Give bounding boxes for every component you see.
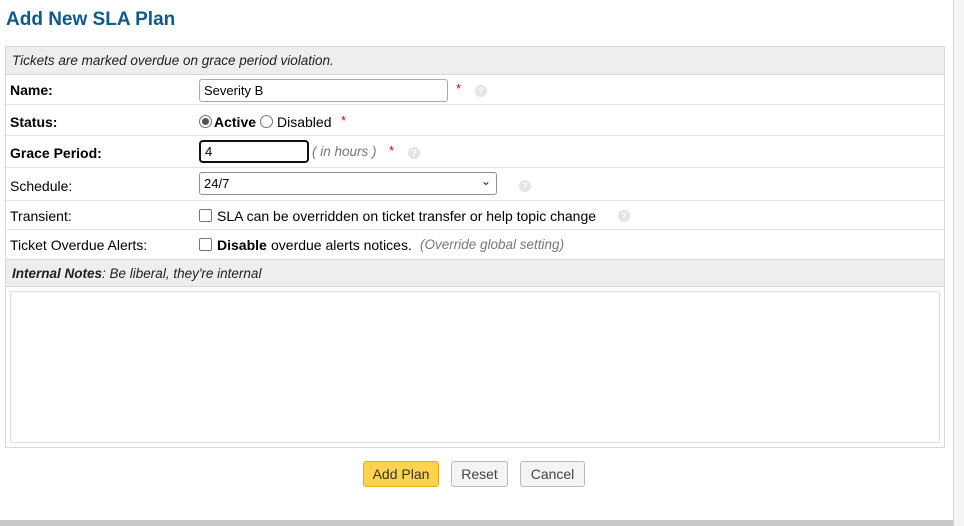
grace-period-input[interactable] [199, 140, 309, 163]
cancel-button[interactable]: Cancel [520, 461, 585, 487]
schedule-row: Schedule: 24/7 ⌄ ? [6, 168, 944, 201]
schedule-selected-value: 24/7 [204, 176, 230, 191]
chevron-down-icon: ⌄ [480, 174, 491, 188]
help-icon[interactable]: ? [618, 210, 630, 222]
transient-checkbox-label[interactable]: SLA can be overridden on ticket transfer… [217, 208, 596, 224]
status-active-label[interactable]: Active [214, 114, 256, 130]
transient-label: Transient: [10, 208, 72, 224]
overdue-alerts-row: Ticket Overdue Alerts: Disable overdue a… [6, 230, 944, 259]
required-marker: * [389, 143, 395, 158]
overdue-alerts-hint: (Override global setting) [420, 237, 565, 252]
form-notice-text: Tickets are marked overdue on grace peri… [12, 53, 334, 68]
name-input[interactable] [199, 79, 448, 102]
form-notice-header: Tickets are marked overdue on grace peri… [6, 47, 944, 75]
status-active-radio[interactable] [199, 115, 212, 128]
overdue-alerts-label: Ticket Overdue Alerts: [10, 237, 148, 253]
help-icon[interactable]: ? [475, 85, 487, 97]
schedule-label: Schedule: [10, 178, 73, 194]
status-disabled-radio[interactable] [260, 115, 273, 128]
name-row: Name: * ? [6, 75, 944, 105]
help-icon[interactable]: ? [408, 147, 420, 159]
reset-button[interactable]: Reset [451, 461, 508, 487]
grace-period-row: Grace Period: ( in hours ) * ? [6, 136, 944, 168]
overdue-alerts-disable-label[interactable]: Disable [217, 237, 267, 253]
internal-notes-header: Internal Notes: Be liberal, they're inte… [6, 259, 944, 287]
page-title: Add New SLA Plan [6, 9, 176, 30]
name-label: Name: [10, 82, 53, 98]
transient-checkbox[interactable] [199, 209, 212, 222]
window-bottom-edge [0, 520, 953, 526]
internal-notes-subtitle: : Be liberal, they're internal [102, 266, 262, 281]
window-right-edge [953, 0, 964, 526]
overdue-alerts-checkbox[interactable] [199, 238, 212, 251]
internal-notes-textarea[interactable] [10, 291, 940, 443]
status-row: Status: Active Disabled * [6, 105, 944, 136]
required-marker: * [341, 113, 347, 128]
required-marker: * [456, 81, 462, 96]
internal-notes-title: Internal Notes [12, 266, 103, 281]
overdue-alerts-checkbox-label[interactable]: overdue alerts notices. [271, 237, 412, 253]
transient-row: Transient: SLA can be overridden on tick… [6, 201, 944, 230]
add-plan-button[interactable]: Add Plan [363, 461, 439, 487]
sla-plan-form: Tickets are marked overdue on grace peri… [5, 46, 945, 448]
grace-period-label: Grace Period: [10, 145, 102, 161]
grace-period-hint: ( in hours ) [312, 144, 377, 159]
status-label: Status: [10, 114, 58, 130]
schedule-select[interactable]: 24/7 ⌄ [199, 172, 497, 195]
help-icon[interactable]: ? [519, 180, 531, 192]
status-disabled-label[interactable]: Disabled [277, 114, 331, 130]
